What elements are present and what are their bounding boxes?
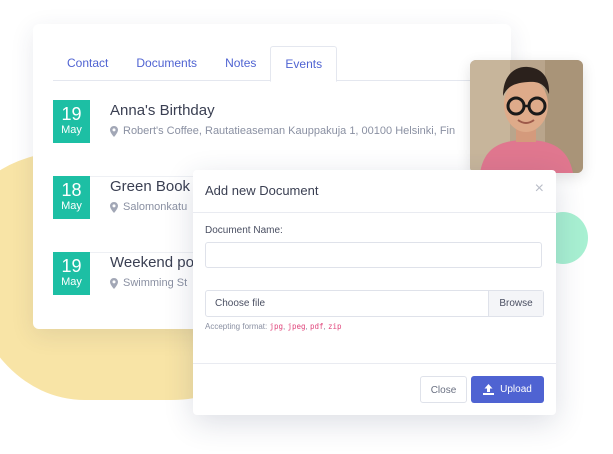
event-title: Green Book bbox=[110, 178, 191, 195]
close-icon[interactable]: × bbox=[535, 180, 544, 198]
event-location: Robert's Coffee, Rautatieaseman Kauppaku… bbox=[110, 125, 455, 137]
formats-label: Accepting format: bbox=[205, 322, 268, 331]
date-badge: 18 May bbox=[53, 176, 90, 219]
event-title: Anna's Birthday bbox=[110, 102, 215, 119]
modal-footer: Close Upload bbox=[193, 363, 556, 416]
format-pdf: pdf bbox=[310, 322, 324, 331]
event-day: 19 bbox=[61, 256, 82, 276]
event-month: May bbox=[61, 124, 82, 136]
avatar-photo bbox=[470, 60, 583, 173]
tab-bar: Contact Documents Notes Events bbox=[53, 46, 511, 82]
event-day: 18 bbox=[61, 180, 82, 200]
tab-events[interactable]: Events bbox=[270, 46, 338, 82]
event-location-text: Robert's Coffee, Rautatieaseman Kauppaku… bbox=[123, 125, 456, 137]
event-month: May bbox=[61, 276, 82, 288]
map-pin-icon bbox=[110, 201, 118, 213]
format-zip: zip bbox=[328, 322, 342, 331]
event-day: 19 bbox=[61, 104, 82, 124]
document-name-input[interactable] bbox=[205, 242, 542, 268]
map-pin-icon bbox=[110, 125, 118, 137]
upload-button-label: Upload bbox=[500, 384, 532, 395]
map-pin-icon bbox=[110, 277, 118, 289]
upload-icon bbox=[483, 384, 495, 395]
event-location: Salomonkatu bbox=[110, 201, 187, 213]
event-location-text: Salomonkatu bbox=[123, 201, 188, 213]
tab-notes[interactable]: Notes bbox=[211, 46, 270, 80]
tab-contact[interactable]: Contact bbox=[53, 46, 122, 80]
add-document-modal: Add new Document × Document Name: Choose… bbox=[193, 170, 556, 415]
event-location: Swimming St bbox=[110, 277, 187, 289]
modal-title: Add new Document bbox=[205, 183, 319, 198]
document-name-label: Document Name: bbox=[205, 225, 283, 236]
accepted-formats: Accepting format: jpg, jpeg, pdf, zip bbox=[205, 322, 342, 331]
format-jpeg: jpeg bbox=[287, 322, 306, 331]
event-item[interactable]: 19 May Anna's Birthday Robert's Coffee, … bbox=[53, 100, 511, 177]
tab-documents[interactable]: Documents bbox=[122, 46, 211, 80]
format-jpg: jpg bbox=[269, 322, 284, 331]
event-location-text: Swimming St bbox=[123, 277, 188, 289]
date-badge: 19 May bbox=[53, 252, 90, 295]
date-badge: 19 May bbox=[53, 100, 90, 143]
upload-button[interactable]: Upload bbox=[471, 376, 544, 403]
close-button[interactable]: Close bbox=[420, 376, 467, 403]
choose-file-label[interactable]: Choose file bbox=[206, 291, 488, 316]
user-avatar bbox=[470, 60, 583, 173]
event-month: May bbox=[61, 200, 82, 212]
browse-button[interactable]: Browse bbox=[488, 291, 543, 316]
modal-header: Add new Document × bbox=[193, 170, 556, 213]
event-title: Weekend po bbox=[110, 254, 194, 271]
file-input-group[interactable]: Choose file Browse bbox=[205, 290, 544, 317]
